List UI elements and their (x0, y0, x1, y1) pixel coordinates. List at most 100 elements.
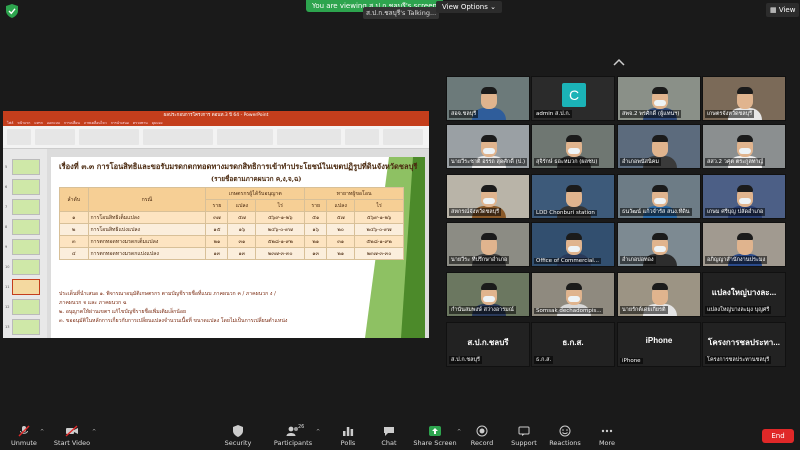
thumb-number: 10 (5, 265, 10, 269)
participants-button[interactable]: 26 Participants (271, 424, 315, 447)
table-cell: การตกทอดทางมรดกแบ่งแปลง (87, 247, 207, 260)
participant-tile[interactable]: กำนันสมพงษ์ สว่างอารมณ์ (446, 272, 530, 317)
slide-thumbnail[interactable] (12, 299, 40, 315)
ribbon-group[interactable] (277, 129, 341, 145)
ribbon-group[interactable] (35, 129, 75, 145)
view-options-button[interactable]: View Options ⌄ (436, 1, 502, 13)
video-mask (483, 198, 495, 204)
participant-tile[interactable]: ธนวัฒน์ แก้วจำรัส สนง.ที่ดิน (617, 174, 701, 219)
caret-up-icon[interactable]: ^ (40, 429, 44, 435)
participant-tile[interactable]: iPhone iPhone (617, 322, 701, 367)
participant-tile[interactable]: อำเภอบ่อทอง (617, 222, 701, 267)
video-hair (481, 283, 497, 290)
participant-tile[interactable]: สสว.2 วศุต ตระกูลทาญ์ (702, 124, 786, 169)
participant-tile[interactable]: นายวีระ ที่ปรึกษาอำเภอ (446, 222, 530, 267)
participant-tile[interactable]: เกษตรจังหวัดชลบุรี (702, 76, 786, 121)
participant-display-name: ส.ป.ก.ชลบรี (467, 338, 509, 347)
table-cell: ๕๒๘-๑-๙๒ (354, 235, 404, 248)
participant-name: Office of Commercial... (534, 258, 601, 264)
participant-tile[interactable]: ส.ป.ก.ชลบรี ส.ป.ก.ชลบุรี (446, 322, 530, 367)
shared-screen[interactable]: ผลประกอบการโครงการ ดอนท.3 ปี 64 - PowerP… (3, 111, 429, 338)
polls-button[interactable]: Polls (326, 425, 370, 447)
participant-tile[interactable]: เกษม ศรีบุญ ปลัดอำเภอ (702, 174, 786, 219)
table-header: กรณี (87, 187, 207, 212)
table-cell: ๑ (59, 211, 89, 224)
ribbon-group[interactable] (79, 129, 139, 145)
participant-tile[interactable]: Cadmin ส.ป.ก. (531, 76, 615, 121)
support-button[interactable]: Support (502, 425, 546, 447)
table-row: ๑ การโอนสิทธิเต็มแปลง ๓๗ ๕๗ ๕๖๙-๑-๒๖ ๕๑ … (59, 211, 404, 224)
table-cell: ๒๐ (326, 223, 356, 236)
end-meeting-button[interactable]: End (762, 429, 794, 443)
table-cell: ๒ (59, 223, 89, 236)
start-video-label: Start Video (53, 439, 91, 447)
chat-button[interactable]: Chat (367, 425, 411, 447)
caret-up-icon[interactable]: ^ (92, 429, 96, 435)
video-mask (739, 148, 751, 154)
chevron-up-icon[interactable] (612, 57, 626, 67)
participant-tile[interactable]: นายรักต์เด่ยเกียรติ (617, 272, 701, 317)
participant-tile[interactable]: Somsak dechadompis... (531, 272, 615, 317)
participant-tile[interactable]: สุจิรักษ์ ธอะหมวก (ผลชบ) (531, 124, 615, 169)
view-button[interactable]: ▦ View (766, 3, 800, 17)
slide-thumbnail[interactable] (12, 199, 40, 215)
participant-tile[interactable]: สพจ.2 พรศักดิ์ (ผู้แทนฯ) (617, 76, 701, 121)
table-cell: ๑๕ (205, 223, 229, 236)
thumb-number: 5 (5, 165, 8, 169)
start-video-button[interactable]: Start Video (50, 425, 94, 447)
participant-tile[interactable]: อำเภอพนัสนิคม (617, 124, 701, 169)
table-cell: ๑๓ (304, 247, 328, 260)
video-mask (739, 198, 751, 204)
participant-tile[interactable]: สหกรณ์จังหวัดชลบุรี (446, 174, 530, 219)
table-cell: ๒๓๗-๓-๓๐ (255, 247, 306, 260)
table-cell: ๒๑ (304, 235, 328, 248)
more-button[interactable]: More (585, 425, 629, 447)
active-speaker-tag: ส.ป.ก.ชลบุรี's Talking... (363, 7, 439, 19)
video-hair (566, 283, 582, 290)
slide-thumbnails[interactable]: 5 6 7 8 9 10 11 12 13 (3, 149, 47, 338)
participant-display-name: แปลงใหญ่บางละ... (711, 288, 777, 297)
participant-name: นายวีระ ที่ปรึกษาอำเภอ (449, 256, 510, 264)
table-cell: การโอนสิทธิเต็มแปลง (87, 211, 207, 224)
caret-up-icon[interactable]: ^ (316, 429, 320, 435)
slide-thumbnail[interactable] (12, 159, 40, 175)
participant-tile[interactable]: ธ.ก.ส. ธ.ก.ส. (531, 322, 615, 367)
record-button[interactable]: Record (460, 425, 504, 447)
slide-thumbnail[interactable] (12, 259, 40, 275)
ribbon-group[interactable] (143, 129, 213, 145)
participant-tile[interactable]: สอจ.ชลบุรี (446, 76, 530, 121)
top-bar: You are viewing ส.ป.ก.ชลบุรี's screen ส.… (0, 0, 800, 22)
slide-thumbnail[interactable] (12, 179, 40, 195)
ribbon-group[interactable] (217, 129, 273, 145)
video-hair (737, 87, 753, 94)
ribbon-group[interactable] (345, 129, 379, 145)
polls-label: Polls (340, 439, 356, 447)
participant-tile[interactable]: โครงการชลประทา... โครงการชลประทานชลบุรี (702, 322, 786, 367)
table-cell: ๑๖ (304, 223, 328, 236)
participant-tile[interactable]: แปลงใหญ่บางละ... แปลงใหญ่บางละมุง บุญศรี (702, 272, 786, 317)
ribbon-group[interactable] (383, 129, 423, 145)
table-cell: ๓ (59, 235, 89, 248)
support-label: Support (511, 439, 537, 447)
participant-name: แปลงใหญ่บางละมุง บุญศรี (705, 306, 772, 314)
participant-tile[interactable]: อภิญญาสำนักงานประมง (702, 222, 786, 267)
slide-thumbnail[interactable] (12, 219, 40, 235)
slide-thumbnail-selected[interactable] (12, 279, 40, 295)
participant-tile[interactable]: Office of Commercial... (531, 222, 615, 267)
participant-name: ธ.ก.ส. (534, 356, 554, 364)
slide-thumbnail[interactable] (12, 239, 40, 255)
shield-icon[interactable] (6, 4, 18, 18)
reactions-button[interactable]: Reactions (543, 425, 587, 447)
table-cell: การตกทอดทางมรดกเต็มแปลง (87, 235, 207, 248)
participants-count: 26 (298, 424, 305, 430)
share-screen-button[interactable]: Share Screen (413, 425, 457, 447)
participant-tile[interactable]: นายวีระชาติ อรรถ สุดศักดิ์ (ป.) (446, 124, 530, 169)
table-subheader: ราย (205, 199, 229, 212)
security-button[interactable]: Security (216, 425, 260, 447)
participant-tile[interactable]: LDD Chonburi station (531, 174, 615, 219)
video-mask (568, 148, 580, 154)
ribbon-group[interactable] (7, 129, 31, 145)
table-cell: ๒๑ (326, 247, 356, 260)
slide-thumbnail[interactable] (12, 319, 40, 335)
thumb-number: 9 (5, 245, 8, 249)
